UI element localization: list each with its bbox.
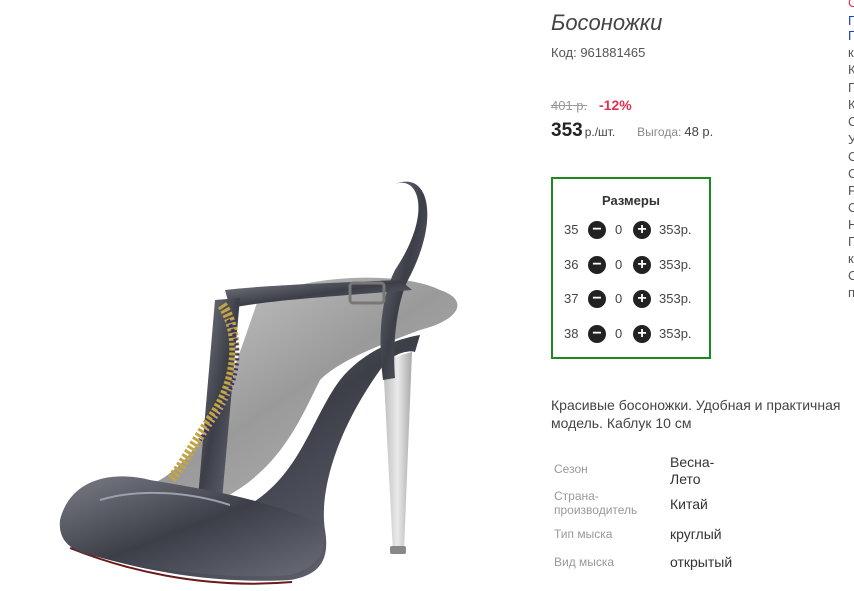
size-number: 35 [564,222,579,237]
discount-badge: -12% [599,97,632,113]
attribute-value: Китай [670,496,708,512]
size-number: 38 [564,326,579,341]
attribute-label: Вид мыска [554,555,615,569]
attribute-label: Сезон [554,462,588,476]
plus-circle-icon[interactable]: + [633,325,651,343]
size-quantity: 0 [615,257,623,272]
size-row: 37 − 0 + 353р. [553,289,709,309]
edge-letter[interactable]: У [848,131,854,148]
old-price: 401 р. [551,98,588,113]
minus-circle-icon[interactable]: − [588,256,606,274]
size-row: 35 − 0 + 353р. [553,220,709,240]
edge-letter[interactable]: Н [848,216,854,233]
attribute-label: Страна-производитель [554,489,638,517]
edge-letter[interactable]: Г [848,79,854,96]
attribute-value: круглый [670,526,722,542]
edge-letter[interactable]: п [848,284,854,301]
attribute-value: открытый [670,554,733,570]
edge-letter[interactable]: С [848,267,854,284]
edge-letter[interactable]: К [848,61,854,78]
size-quantity: 0 [615,326,623,341]
edge-letter[interactable]: С [848,0,854,11]
edge-letter[interactable]: Р [848,182,854,199]
minus-circle-icon[interactable]: − [588,325,606,343]
sizes-title: Размеры [602,193,660,208]
price-unit: р./шт. [584,125,616,139]
minus-circle-icon[interactable]: − [588,221,606,239]
sizes-panel: Размеры 35 − 0 + 353р. 36 − 0 + 353р. 37… [551,177,711,359]
edge-letter[interactable]: С [848,113,854,130]
size-row: 38 − 0 + 353р. [553,324,709,344]
edge-letter[interactable]: Г [848,27,854,44]
minus-circle-icon[interactable]: − [588,290,606,308]
edge-letter[interactable]: к [848,250,854,267]
size-number: 37 [564,291,579,306]
sandal-image [59,181,458,585]
product-description: Красивые босоножки. Удобная и практичная… [551,397,841,431]
size-price: 353р. [659,222,692,237]
product-sku: Код: 961881465 [551,45,646,60]
plus-circle-icon[interactable]: + [633,256,651,274]
size-price: 353р. [659,326,692,341]
size-quantity: 0 [615,291,623,306]
size-quantity: 0 [615,222,623,237]
size-row: 36 − 0 + 353р. [553,255,709,275]
product-image[interactable] [0,0,540,591]
edge-letter[interactable]: К [848,96,854,113]
edge-letter[interactable]: Г [848,233,854,250]
edge-letter[interactable]: С [848,199,854,216]
current-price: 353 [551,120,583,141]
product-title: Босоножки [551,10,663,35]
edge-letter[interactable]: к [848,44,854,61]
plus-circle-icon[interactable]: + [633,221,651,239]
size-number: 36 [564,257,579,272]
attribute-label: Тип мыска [554,527,613,541]
price-row: 353 р./шт. Выгода: 48 р. [551,120,713,142]
edge-letter[interactable]: С [848,148,854,165]
plus-circle-icon[interactable]: + [633,290,651,308]
size-price: 353р. [659,257,692,272]
size-price: 353р. [659,291,692,306]
attribute-value: Весна-Лето [670,454,715,487]
savings-label: Выгода: [637,125,682,139]
edge-letter[interactable]: С [848,165,854,182]
savings-value: 48 р. [684,124,714,139]
